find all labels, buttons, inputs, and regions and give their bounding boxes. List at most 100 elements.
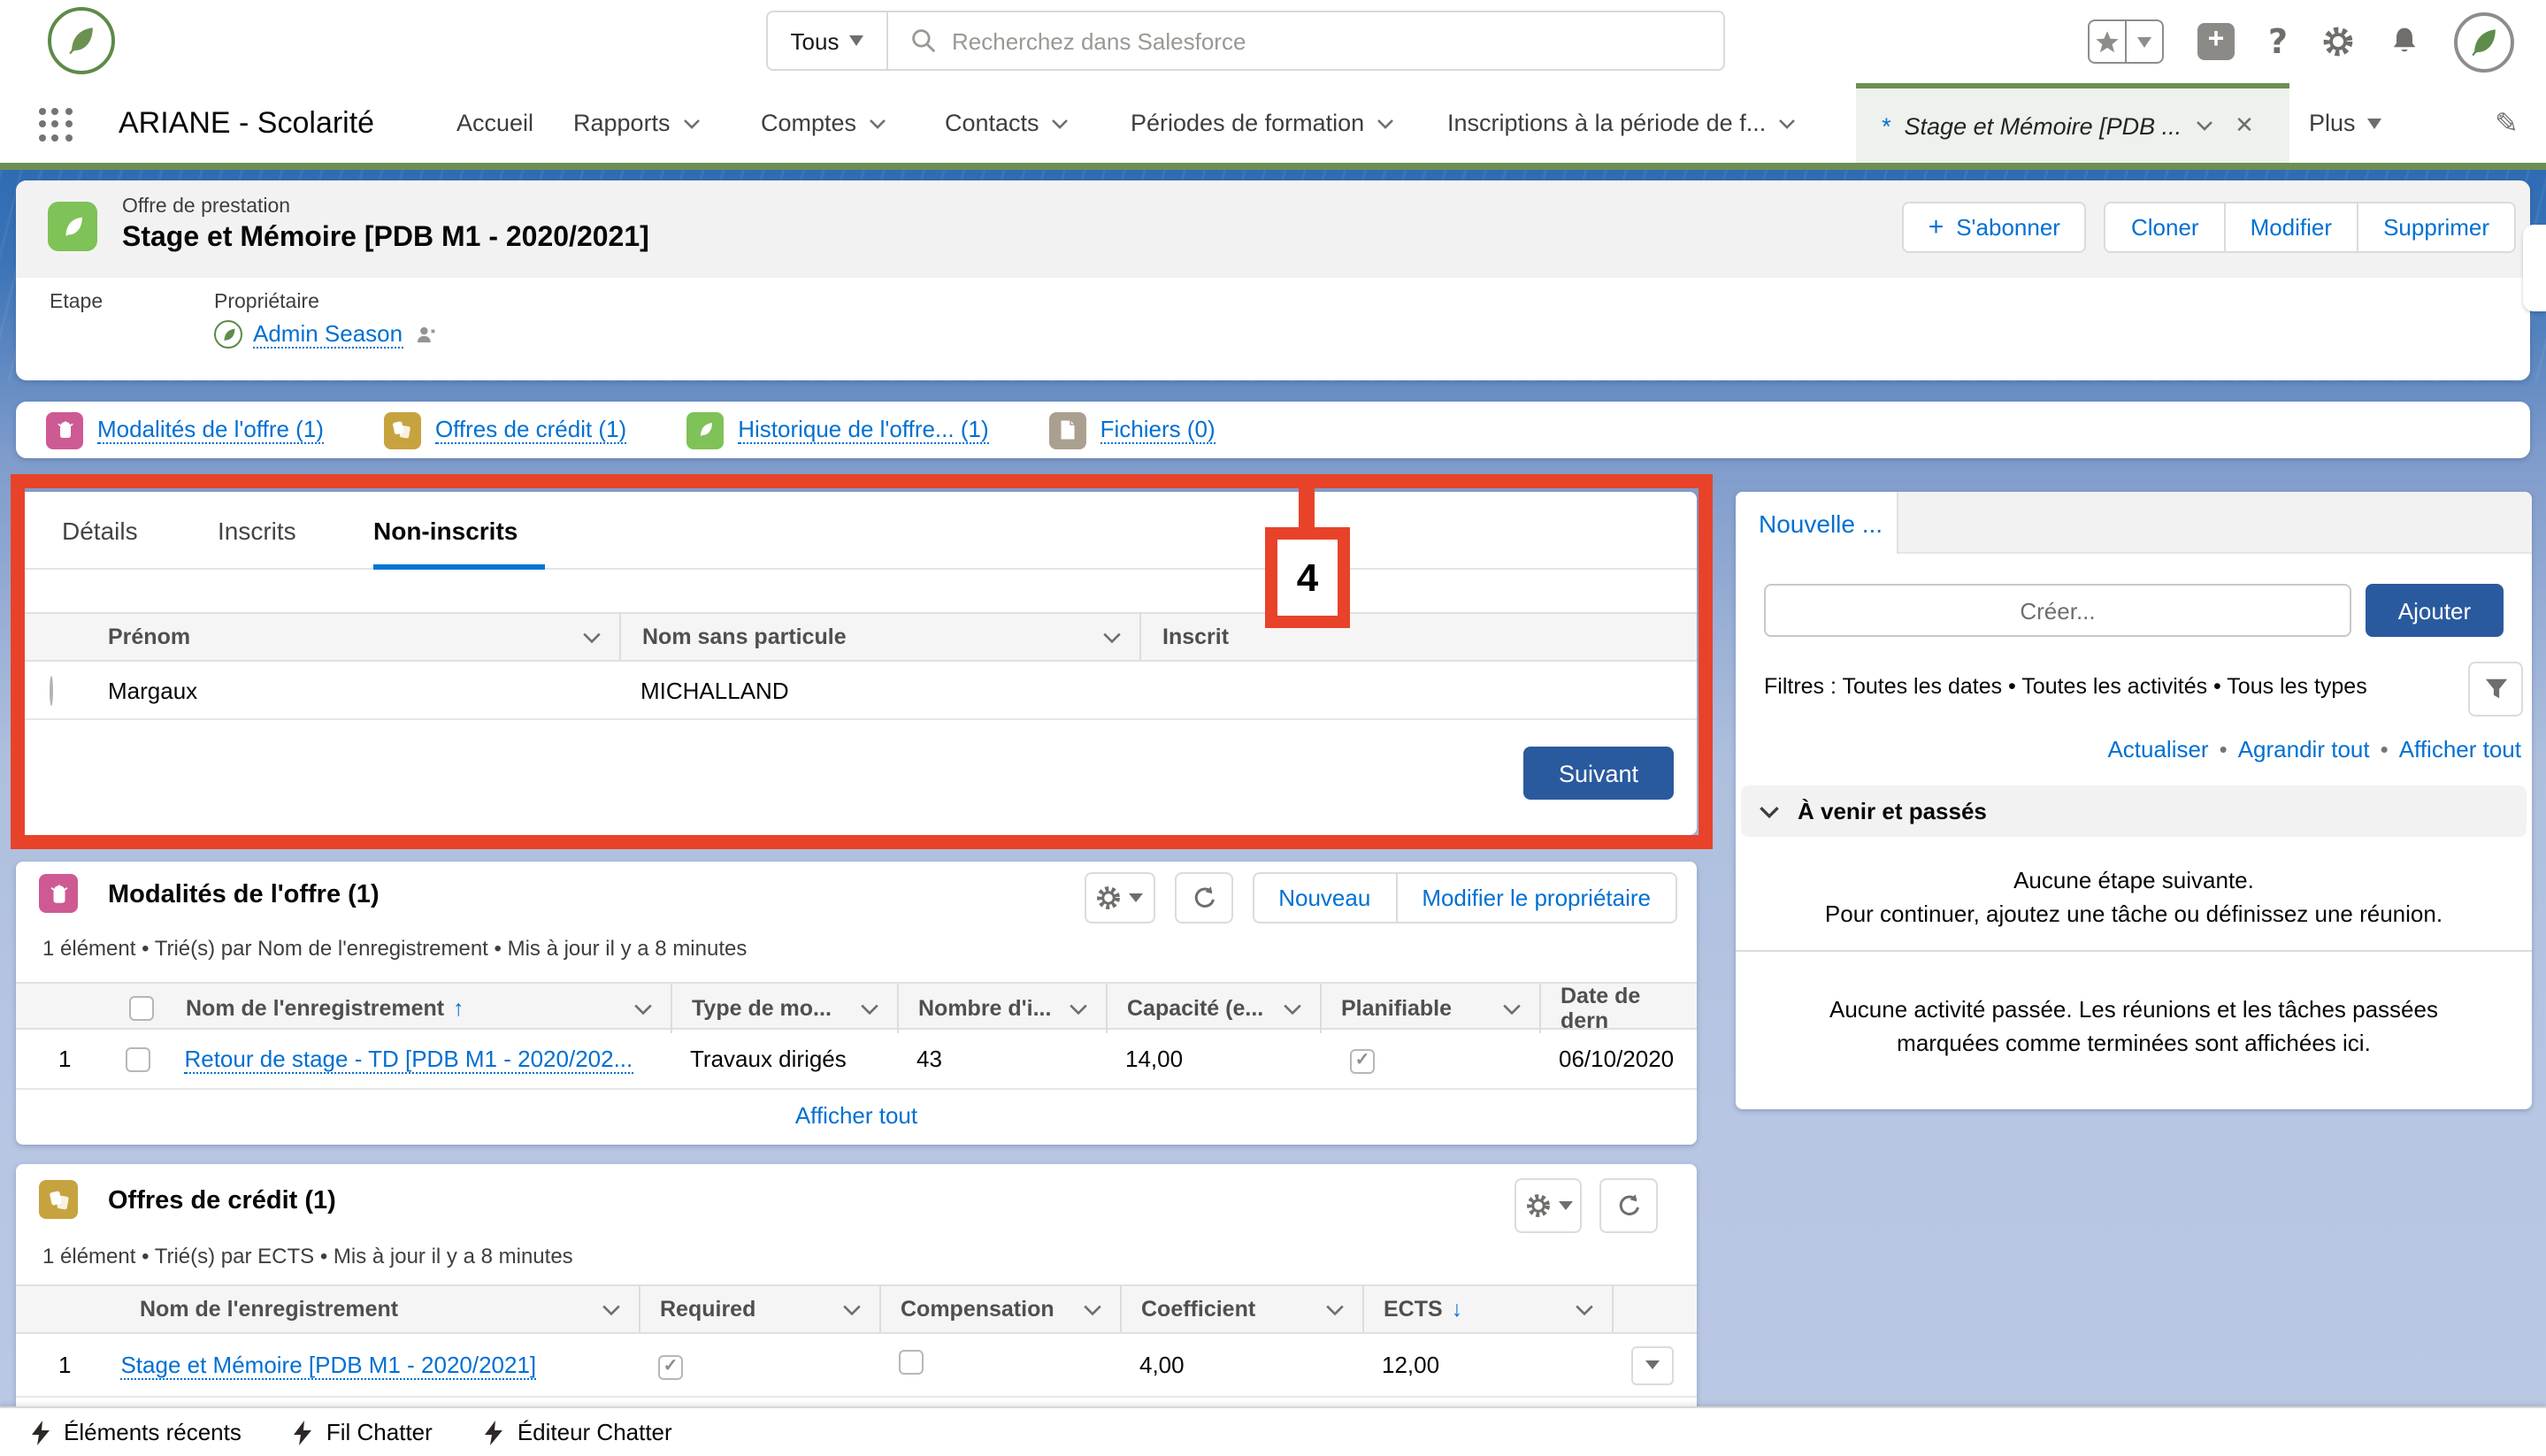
ajouter-button[interactable]: Ajouter xyxy=(2366,584,2504,637)
column-prenom[interactable]: Prénom xyxy=(87,614,619,660)
actualiser-link[interactable]: Actualiser xyxy=(2107,736,2208,762)
chevron-down-icon[interactable] xyxy=(582,631,602,643)
notifications-bell-icon[interactable] xyxy=(2389,25,2420,58)
dock-editeur-chatter[interactable]: Éditeur Chatter xyxy=(486,1419,672,1445)
right-rail-handle[interactable] xyxy=(2523,225,2546,311)
user-avatar[interactable] xyxy=(2454,11,2514,72)
row-actions-button[interactable] xyxy=(1631,1345,1674,1384)
quicklink-modalites[interactable]: Modalités de l'offre (1) xyxy=(46,411,324,448)
list-settings-button[interactable] xyxy=(1084,872,1154,923)
column-date[interactable]: Date de dern xyxy=(1539,984,1697,1033)
chevron-down-icon[interactable] xyxy=(1069,1002,1088,1015)
dock-fil-chatter[interactable]: Fil Chatter xyxy=(295,1419,433,1445)
column-required[interactable]: Required xyxy=(639,1286,879,1332)
nav-tab-comptes[interactable]: Comptes xyxy=(761,83,886,163)
nouveau-button[interactable]: Nouveau xyxy=(1252,872,1397,923)
column-nom-sans-particule[interactable]: Nom sans particule xyxy=(619,614,1139,660)
column-coefficient[interactable]: Coefficient xyxy=(1120,1286,1362,1332)
column-planifiable[interactable]: Planifiable xyxy=(1320,984,1539,1033)
refresh-button[interactable] xyxy=(1599,1178,1658,1233)
afficher-tout-link[interactable]: Afficher tout xyxy=(2399,736,2521,762)
afficher-tout-link[interactable]: Afficher tout xyxy=(16,1102,1697,1129)
section-a-venir-et-passes[interactable]: À venir et passés xyxy=(1741,785,2527,837)
nav-tab-plus[interactable]: Plus xyxy=(2309,83,2382,163)
column-type[interactable]: Type de mo... xyxy=(671,984,897,1033)
column-capacite[interactable]: Capacité (e... xyxy=(1106,984,1320,1033)
favorites-control[interactable] xyxy=(2088,19,2164,64)
chevron-down-icon[interactable] xyxy=(683,118,701,128)
setup-gear-icon[interactable] xyxy=(2321,25,2355,58)
search-scope-button[interactable]: Tous xyxy=(768,12,888,69)
chevron-down-icon[interactable] xyxy=(1102,631,1122,643)
chevron-down-icon[interactable] xyxy=(1052,118,1070,128)
record-link[interactable]: Retour de stage - TD [PDB M1 - 2020/202.… xyxy=(184,1045,633,1073)
suivant-button[interactable]: Suivant xyxy=(1523,747,1674,800)
related-list-title[interactable]: Offres de crédit (1) xyxy=(108,1187,336,1215)
column-ects[interactable]: ECTS ↓ xyxy=(1362,1286,1612,1332)
quicklink-label[interactable]: Historique de l'offre... (1) xyxy=(738,416,988,444)
quicklink-fichiers[interactable]: Fichiers (0) xyxy=(1049,411,1215,448)
column-nom-enregistrement[interactable]: Nom de l'enregistrement ↑ xyxy=(16,984,671,1033)
create-activity-input[interactable] xyxy=(1764,584,2351,637)
global-search-input[interactable] xyxy=(952,27,1723,54)
chevron-down-icon[interactable] xyxy=(869,118,886,128)
close-tab-icon[interactable]: ✕ xyxy=(2235,111,2254,140)
edit-button[interactable]: Modifier xyxy=(2226,202,2359,253)
chevron-down-icon[interactable] xyxy=(1502,1002,1522,1015)
chevron-down-icon[interactable] xyxy=(1083,1303,1102,1315)
favorites-dropdown-icon[interactable] xyxy=(2125,21,2162,62)
record-link[interactable]: Stage et Mémoire [PDB M1 - 2020/2021] xyxy=(120,1351,536,1379)
chevron-down-icon[interactable] xyxy=(1377,118,1394,128)
agrandir-tout-link[interactable]: Agrandir tout xyxy=(2238,736,2370,762)
table-row[interactable]: 1 Stage et Mémoire [PDB M1 - 2020/2021] … xyxy=(16,1334,1697,1398)
owner-link[interactable]: Admin Season xyxy=(253,320,403,349)
refresh-button[interactable] xyxy=(1174,872,1232,923)
column-compensation[interactable]: Compensation xyxy=(879,1286,1120,1332)
filter-button[interactable] xyxy=(2468,662,2523,717)
follow-button[interactable]: + S'abonner xyxy=(1902,202,2087,253)
row-select-radio[interactable] xyxy=(50,675,53,705)
dock-elements-recents[interactable]: Éléments récents xyxy=(32,1419,242,1445)
column-inscrit[interactable]: Inscrit xyxy=(1139,614,1697,660)
list-settings-button[interactable] xyxy=(1515,1178,1582,1233)
chevron-down-icon[interactable] xyxy=(1283,1002,1302,1015)
chevron-down-icon[interactable] xyxy=(602,1303,621,1315)
chevron-down-icon[interactable] xyxy=(842,1303,862,1315)
nav-tab-contacts[interactable]: Contacts xyxy=(945,83,1070,163)
quicklink-offres-de-credit[interactable]: Offres de crédit (1) xyxy=(384,411,626,448)
chevron-down-icon[interactable] xyxy=(1778,118,1796,128)
nav-tab-accueil[interactable]: Accueil xyxy=(456,83,533,163)
delete-button[interactable]: Supprimer xyxy=(2358,202,2516,253)
quicklink-label[interactable]: Fichiers (0) xyxy=(1100,416,1215,444)
quicklink-label[interactable]: Modalités de l'offre (1) xyxy=(97,416,324,444)
table-row[interactable]: Margaux MICHALLAND xyxy=(16,662,1697,720)
select-all-checkbox[interactable] xyxy=(129,996,154,1021)
row-checkbox[interactable] xyxy=(126,1046,150,1071)
app-launcher-icon[interactable] xyxy=(39,108,73,142)
column-nombre[interactable]: Nombre d'i... xyxy=(897,984,1106,1033)
table-row[interactable]: 1 Retour de stage - TD [PDB M1 - 2020/20… xyxy=(16,1030,1697,1090)
quicklink-historique[interactable]: Historique de l'offre... (1) xyxy=(686,411,988,448)
tab-details[interactable]: Détails xyxy=(62,492,138,570)
chevron-down-icon[interactable] xyxy=(633,1002,653,1015)
help-icon[interactable]: ? xyxy=(2268,22,2288,61)
tab-nouvelle[interactable]: Nouvelle ... xyxy=(1736,492,1898,554)
column-nom-enregistrement[interactable]: Nom de l'enregistrement xyxy=(16,1286,639,1332)
quicklink-label[interactable]: Offres de crédit (1) xyxy=(435,416,626,444)
favorite-star-icon[interactable] xyxy=(2090,21,2125,62)
nav-tab-inscriptions[interactable]: Inscriptions à la période de f... xyxy=(1447,83,1796,163)
change-owner-icon[interactable] xyxy=(413,323,436,346)
chevron-down-icon[interactable] xyxy=(2196,120,2213,131)
modifier-proprietaire-button[interactable]: Modifier le propriétaire xyxy=(1397,872,1677,923)
nav-tab-periodes-de-formation[interactable]: Périodes de formation xyxy=(1131,83,1394,163)
nav-tab-stage-et-memoire-active[interactable]: * Stage et Mémoire [PDB ... ✕ xyxy=(1856,83,2289,163)
edit-navigation-pencil-icon[interactable]: ✎ xyxy=(2495,83,2519,163)
tab-inscrits[interactable]: Inscrits xyxy=(218,492,296,570)
chevron-down-icon[interactable] xyxy=(860,1002,879,1015)
clone-button[interactable]: Cloner xyxy=(2105,202,2226,253)
tab-non-inscrits[interactable]: Non-inscrits xyxy=(373,492,518,570)
global-actions-icon[interactable]: + xyxy=(2197,23,2235,60)
chevron-down-icon[interactable] xyxy=(1325,1303,1345,1315)
related-list-title[interactable]: Modalités de l'offre (1) xyxy=(108,881,380,909)
chevron-down-icon[interactable] xyxy=(1575,1303,1594,1315)
